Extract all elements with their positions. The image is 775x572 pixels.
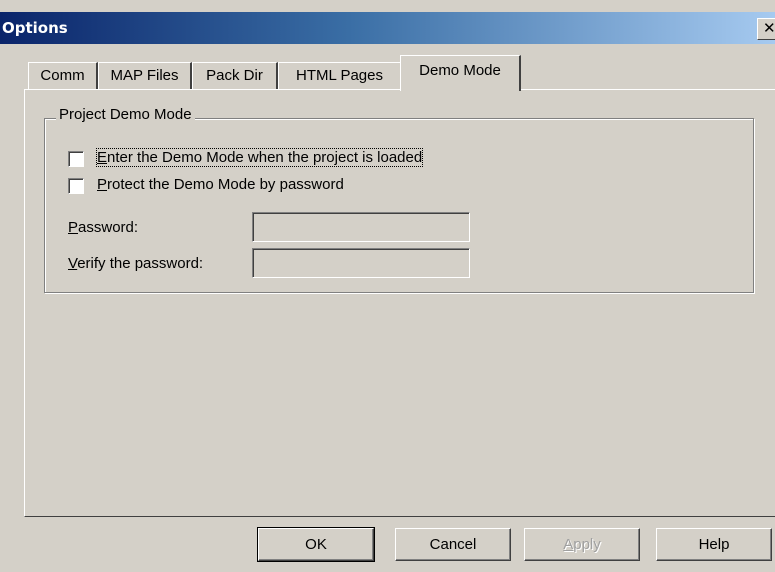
ok-button[interactable]: OK [257, 527, 375, 562]
tab-pack-dir[interactable]: Pack Dir [192, 62, 278, 89]
tab-map-files[interactable]: MAP Files [98, 62, 192, 89]
protect-demo-mode-mnemonic: P [97, 176, 108, 193]
password-mnemonic: P [68, 219, 79, 236]
apply-mnemonic: A [563, 536, 574, 553]
options-dialog: Options ✕ Comm MAP Files Pack Dir HTML P… [0, 0, 775, 572]
enter-demo-mode-label: Enter the Demo Mode when the project is … [95, 148, 424, 167]
tab-html-pages[interactable]: HTML Pages [278, 62, 402, 89]
password-label: Password: [68, 219, 138, 236]
help-button[interactable]: Help [656, 528, 772, 561]
tab-comm[interactable]: Comm [28, 62, 98, 89]
title-bar: Options ✕ [0, 12, 775, 44]
verify-password-label-text: erify the password: [77, 255, 204, 272]
protect-demo-mode-checkbox[interactable] [68, 178, 84, 194]
enter-demo-mode-label-text: nter the Demo Mode when the project is l… [107, 149, 423, 166]
enter-demo-mode-checkbox-row[interactable]: Enter the Demo Mode when the project is … [68, 148, 488, 169]
enter-demo-mode-mnemonic: E [97, 149, 108, 166]
password-label-text: assword: [78, 219, 139, 236]
cancel-button[interactable]: Cancel [395, 528, 511, 561]
enter-demo-mode-checkbox[interactable] [68, 151, 84, 167]
verify-password-label: Verify the password: [68, 255, 203, 272]
apply-label-text: pply [573, 536, 601, 553]
protect-demo-mode-label-text: rotect the Demo Mode by password [107, 176, 344, 193]
verify-password-input[interactable] [252, 248, 470, 278]
verify-password-mnemonic: V [68, 255, 78, 272]
protect-demo-mode-checkbox-row[interactable]: Protect the Demo Mode by password [68, 176, 398, 196]
group-title: Project Demo Mode [56, 106, 195, 123]
password-input[interactable] [252, 212, 470, 242]
tab-demo-mode[interactable]: Demo Mode [400, 55, 521, 91]
apply-button[interactable]: Apply [524, 528, 640, 561]
close-button[interactable]: ✕ [757, 18, 775, 40]
protect-demo-mode-label: Protect the Demo Mode by password [97, 176, 344, 193]
close-icon: ✕ [763, 20, 775, 37]
window-title: Options [2, 19, 68, 37]
